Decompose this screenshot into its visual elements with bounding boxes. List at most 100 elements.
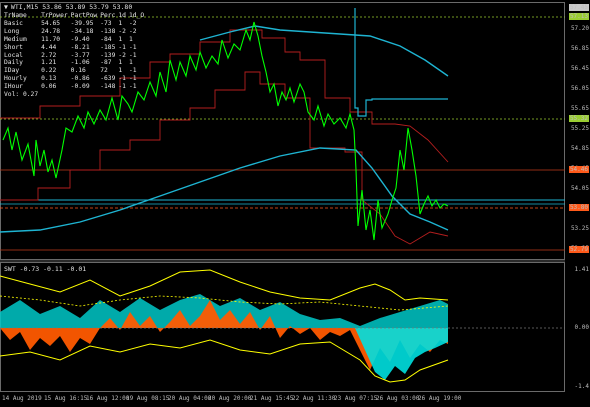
- stats-cell: TrPower: [41, 12, 68, 19]
- ma-fast-line: [199, 25, 449, 77]
- stats-cell: Medium: [4, 35, 27, 43]
- time-axis-label: 26 Aug 19:00: [418, 395, 462, 402]
- time-axis-label: 20 Aug 20:00: [208, 395, 252, 402]
- price-axis-label: 53.25: [570, 225, 589, 232]
- stats-cell: -185: [100, 43, 116, 51]
- stats-cell: 54.65: [41, 19, 61, 27]
- indicator-cyan-lower-area: [355, 328, 448, 380]
- stats-cell: 1: [118, 67, 123, 75]
- stats-row: Hourly 0.13 -0.86 -639 -1 -1: [4, 75, 147, 83]
- indicator-yellow-line: [0, 269, 449, 301]
- chart-title-text: WTI,M15 53.86 53.89 53.79 53.80: [10, 3, 133, 11]
- time-axis-label: 20 Aug 04:00: [168, 395, 212, 402]
- stats-cell: 1: [118, 35, 123, 43]
- stats-cell: -1: [118, 75, 126, 83]
- stats-cell: -39.95: [70, 19, 94, 27]
- collapse-triangle-icon[interactable]: ▼: [4, 3, 8, 11]
- indicator-axis-label: 0.00: [574, 324, 589, 331]
- stats-cell: Basic: [4, 19, 23, 27]
- stats-row: Local 2.72 -3.77 -139 -2 -1: [4, 52, 147, 60]
- stats-cell: 1: [128, 59, 133, 67]
- stats-cell: 4.44: [41, 43, 57, 51]
- price-axis-label: 54.05: [570, 185, 589, 192]
- stats-cell: 72: [100, 67, 108, 75]
- stats-cell: -139: [100, 51, 116, 59]
- stats-cell: 1.21: [41, 59, 57, 67]
- stats-cell: Short: [4, 43, 23, 51]
- stats-cell: -9.40: [70, 35, 90, 43]
- time-axis: 14 Aug 2019 15 Aug 16:15 16 Aug 12:00 19 Au…: [0, 393, 565, 407]
- stats-cell: IHour: [4, 83, 23, 91]
- stats-cell: Hourly: [4, 75, 27, 83]
- time-axis-label: 15 Aug 16:15: [44, 395, 88, 402]
- time-axis-label: 16 Aug 12:00: [86, 395, 130, 402]
- stats-cell: -0.86: [70, 75, 90, 83]
- stats-cell: Local: [4, 51, 23, 59]
- price-level-tag: 53.80: [568, 204, 589, 211]
- stats-cell: 0.16: [70, 67, 86, 75]
- stats-cell: -1.06: [70, 59, 90, 67]
- price-axis-label: 55.25: [570, 125, 589, 132]
- stats-cell: -1: [128, 67, 137, 75]
- stats-cell: -1: [128, 43, 137, 51]
- stats-cell: -0.09: [70, 83, 90, 91]
- stats-cell: IDay: [4, 67, 20, 75]
- stats-cell: -148: [100, 83, 116, 91]
- stats-footer-row: Vol: 0.27: [4, 91, 147, 99]
- price-axis-label: 56.45: [570, 65, 589, 72]
- stats-cell: -2: [128, 19, 137, 27]
- time-axis-label: 14 Aug 2019: [2, 395, 42, 402]
- stats-cell: 11.70: [41, 35, 61, 43]
- trend-stats-table: TrName TrPower PartPow Perc 1d 1d_O Basic 54.65…: [4, 12, 147, 99]
- stats-cell: Perc: [100, 12, 116, 19]
- stats-cell: -138: [100, 27, 116, 35]
- stats-cell: 2.72: [41, 51, 57, 59]
- time-axis-label: 22 Aug 11:30: [292, 395, 336, 402]
- stats-cell: -3.77: [70, 51, 90, 59]
- stats-row: Basic 54.65 -39.95 -73 1 -2: [4, 20, 147, 28]
- price-axis-label: 56.85: [570, 45, 589, 52]
- stats-cell: 0.06: [41, 83, 57, 91]
- time-axis-label: 23 Aug 07:15: [334, 395, 378, 402]
- stats-cell: 0.13: [41, 75, 57, 83]
- price-axis-label: 54.85: [570, 145, 589, 152]
- stats-header-row: TrName TrPower PartPow Perc 1d 1d_O: [4, 12, 147, 20]
- stats-cell: -84: [100, 35, 112, 43]
- stats-cell: -1: [128, 51, 137, 59]
- price-axis-label: 55.65: [570, 105, 589, 112]
- indicator-histogram: [0, 294, 448, 380]
- time-axis-label: 19 Aug 08:15: [126, 395, 170, 402]
- stats-cell: 1d: [118, 12, 126, 19]
- stats-row: Short 4.44 -8.21 -185 -1 -1: [4, 44, 147, 52]
- stats-cell: -1: [128, 75, 137, 83]
- stats-cell: 1: [128, 35, 133, 43]
- chart-title: ▼ WTI,M15 53.86 53.89 53.79 53.80: [4, 3, 132, 11]
- stats-cell: 1d_O: [128, 12, 145, 19]
- price-level-tag: 57.13: [568, 13, 589, 20]
- stats-row: Long 24.78 -34.18 -138 -2 -2: [4, 28, 147, 36]
- stats-row: IDay 0.22 0.16 72 1 -1: [4, 67, 147, 75]
- stats-row: Medium 11.70 -9.40 -84 1 1: [4, 36, 147, 44]
- stats-cell: -1: [118, 83, 126, 91]
- step-level-line: [354, 8, 448, 117]
- stats-cell: -1: [128, 83, 137, 91]
- stats-cell: 1: [118, 59, 123, 67]
- stats-cell: TrName: [4, 12, 27, 19]
- price-level-tag: 55.32: [568, 115, 589, 122]
- price-level-tag: 57.45: [568, 4, 589, 11]
- stats-row: Daily 1.21 -1.06 -87 1 1: [4, 59, 147, 67]
- stats-cell: -2: [128, 27, 137, 35]
- stats-cell: -8.21: [70, 43, 90, 51]
- stats-cell: Daily: [4, 59, 23, 67]
- stats-cell: -2: [118, 27, 126, 35]
- stats-cell: -73: [100, 19, 112, 27]
- stats-cell: 24.78: [41, 27, 61, 35]
- stats-cell: PartPow: [70, 12, 98, 19]
- price-axis: 57.45 57.20 56.85 56.45 56.05 55.65 55.25 54.85…: [565, 0, 590, 394]
- stats-cell: -2: [118, 51, 126, 59]
- stats-cell: 1: [118, 19, 123, 27]
- stats-cell: -639: [100, 75, 116, 83]
- time-axis-label: 26 Aug 03:00: [376, 395, 420, 402]
- chart-window: ▼ WTI,M15 53.86 53.89 53.79 53.80 TrName T…: [0, 0, 590, 407]
- stats-cell: -34.18: [70, 27, 94, 35]
